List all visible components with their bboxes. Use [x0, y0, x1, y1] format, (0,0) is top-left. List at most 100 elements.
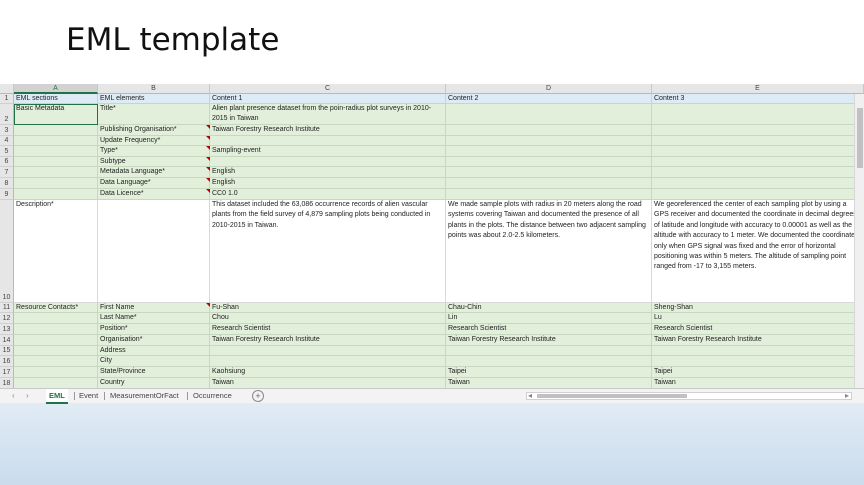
row-header[interactable]: 12 [0, 313, 14, 324]
cell-d2[interactable] [446, 104, 652, 125]
cell-c17[interactable]: Kaohsiung [210, 367, 446, 378]
cell-b14[interactable]: Organisation* [98, 335, 210, 346]
vertical-scrollbar[interactable] [854, 94, 864, 392]
cell-e16[interactable] [652, 356, 864, 367]
cell-e1[interactable]: Content 3 [652, 94, 864, 104]
cell-a10[interactable]: Description* [14, 200, 98, 303]
cell-e4[interactable] [652, 136, 864, 146]
cell-d14[interactable]: Taiwan Forestry Research Institute [446, 335, 652, 346]
cell-b2[interactable]: Title* [98, 104, 210, 125]
cell-a16[interactable] [14, 356, 98, 367]
tab-measurementorfact[interactable]: MeasurementOrFact [107, 389, 182, 402]
cell-e8[interactable] [652, 178, 864, 189]
spreadsheet-grid[interactable]: A B C D E 1 EML sections EML elements Content 1C… [0, 84, 864, 402]
cell-b5[interactable]: Type* [98, 146, 210, 157]
row-header[interactable]: 1 [0, 94, 14, 104]
cell-d15[interactable] [446, 346, 652, 356]
cell-b15[interactable]: Address [98, 346, 210, 356]
cell-a1[interactable]: EML sections [14, 94, 98, 104]
cell-a6[interactable] [14, 157, 98, 167]
row-header[interactable]: 5 [0, 146, 14, 157]
cell-e2[interactable] [652, 104, 864, 125]
cell-a5[interactable] [14, 146, 98, 157]
cell-e11[interactable]: Sheng-Shan [652, 303, 864, 313]
cell-c6[interactable] [210, 157, 446, 167]
row-header[interactable]: 15 [0, 346, 14, 356]
cell-a2[interactable]: Basic Metadata [14, 104, 98, 125]
cell-d4[interactable] [446, 136, 652, 146]
cell-c10[interactable]: This dataset included the 63,086 occurre… [210, 200, 446, 303]
nav-prev-icon[interactable]: ‹ [12, 389, 15, 402]
select-all-corner[interactable] [0, 84, 14, 94]
cell-d12[interactable]: Lin [446, 313, 652, 324]
row-header[interactable]: 11 [0, 303, 14, 313]
cell-d6[interactable] [446, 157, 652, 167]
cell-c13[interactable]: Research Scientist [210, 324, 446, 335]
row-header[interactable]: 8 [0, 178, 14, 189]
cell-d13[interactable]: Research Scientist [446, 324, 652, 335]
cell-b12[interactable]: Last Name* [98, 313, 210, 324]
cell-e17[interactable]: Taipei [652, 367, 864, 378]
cell-e12[interactable]: Lu [652, 313, 864, 324]
cell-d8[interactable] [446, 178, 652, 189]
cell-e9[interactable] [652, 189, 864, 200]
cell-d17[interactable]: Taipei [446, 367, 652, 378]
scroll-right-icon[interactable]: ▸ [845, 389, 849, 402]
cell-c11[interactable]: Fu-Shan [210, 303, 446, 313]
cell-a11[interactable]: Resource Contacts* [14, 303, 98, 313]
cell-c2[interactable]: Alien plant presence dataset from the po… [210, 104, 446, 125]
cell-c4[interactable] [210, 136, 446, 146]
tab-event[interactable]: Event [76, 389, 101, 402]
cell-d9[interactable] [446, 189, 652, 200]
cell-b4[interactable]: Update Frequency* [98, 136, 210, 146]
cell-e10[interactable]: We georeferenced the center of each samp… [652, 200, 864, 303]
cell-a12[interactable] [14, 313, 98, 324]
cell-a7[interactable] [14, 167, 98, 178]
cell-b11[interactable]: First Name [98, 303, 210, 313]
column-header-a[interactable]: A [14, 84, 98, 94]
cell-a14[interactable] [14, 335, 98, 346]
row-header[interactable]: 10 [0, 200, 14, 303]
horizontal-scroll-thumb[interactable] [537, 394, 687, 398]
row-header[interactable]: 13 [0, 324, 14, 335]
row-header[interactable]: 17 [0, 367, 14, 378]
add-sheet-icon[interactable]: + [252, 390, 264, 402]
column-header-b[interactable]: B [98, 84, 210, 94]
cell-d10[interactable]: We made sample plots with radius in 20 m… [446, 200, 652, 303]
row-header[interactable]: 9 [0, 189, 14, 200]
cell-a9[interactable] [14, 189, 98, 200]
cell-d16[interactable] [446, 356, 652, 367]
horizontal-scrollbar[interactable] [526, 392, 852, 400]
column-header-d[interactable]: D [446, 84, 652, 94]
row-header[interactable]: 16 [0, 356, 14, 367]
cell-c8[interactable]: English [210, 178, 446, 189]
column-header-c[interactable]: C [210, 84, 446, 94]
cell-e7[interactable] [652, 167, 864, 178]
cell-c15[interactable] [210, 346, 446, 356]
cell-d7[interactable] [446, 167, 652, 178]
cell-a8[interactable] [14, 178, 98, 189]
row-header[interactable]: 3 [0, 125, 14, 136]
nav-next-icon[interactable]: › [26, 389, 29, 402]
cell-a15[interactable] [14, 346, 98, 356]
cell-d3[interactable] [446, 125, 652, 136]
cell-c9[interactable]: CC0 1.0 [210, 189, 446, 200]
cell-a17[interactable] [14, 367, 98, 378]
cell-e15[interactable] [652, 346, 864, 356]
cell-b6[interactable]: Subtype [98, 157, 210, 167]
cell-b10[interactable] [98, 200, 210, 303]
cell-b9[interactable]: Data Licence* [98, 189, 210, 200]
cell-c16[interactable] [210, 356, 446, 367]
cell-b1[interactable]: EML elements [98, 94, 210, 104]
cell-c7[interactable]: English [210, 167, 446, 178]
cell-a4[interactable] [14, 136, 98, 146]
cell-e13[interactable]: Research Scientist [652, 324, 864, 335]
tab-occurrence[interactable]: Occurrence [190, 389, 235, 402]
cell-e5[interactable] [652, 146, 864, 157]
scroll-left-icon[interactable]: ◂ [528, 389, 532, 402]
cell-c1[interactable]: Content 1 [210, 94, 446, 104]
vertical-scroll-thumb[interactable] [857, 108, 863, 168]
cell-d5[interactable] [446, 146, 652, 157]
cell-a3[interactable] [14, 125, 98, 136]
row-header[interactable]: 14 [0, 335, 14, 346]
